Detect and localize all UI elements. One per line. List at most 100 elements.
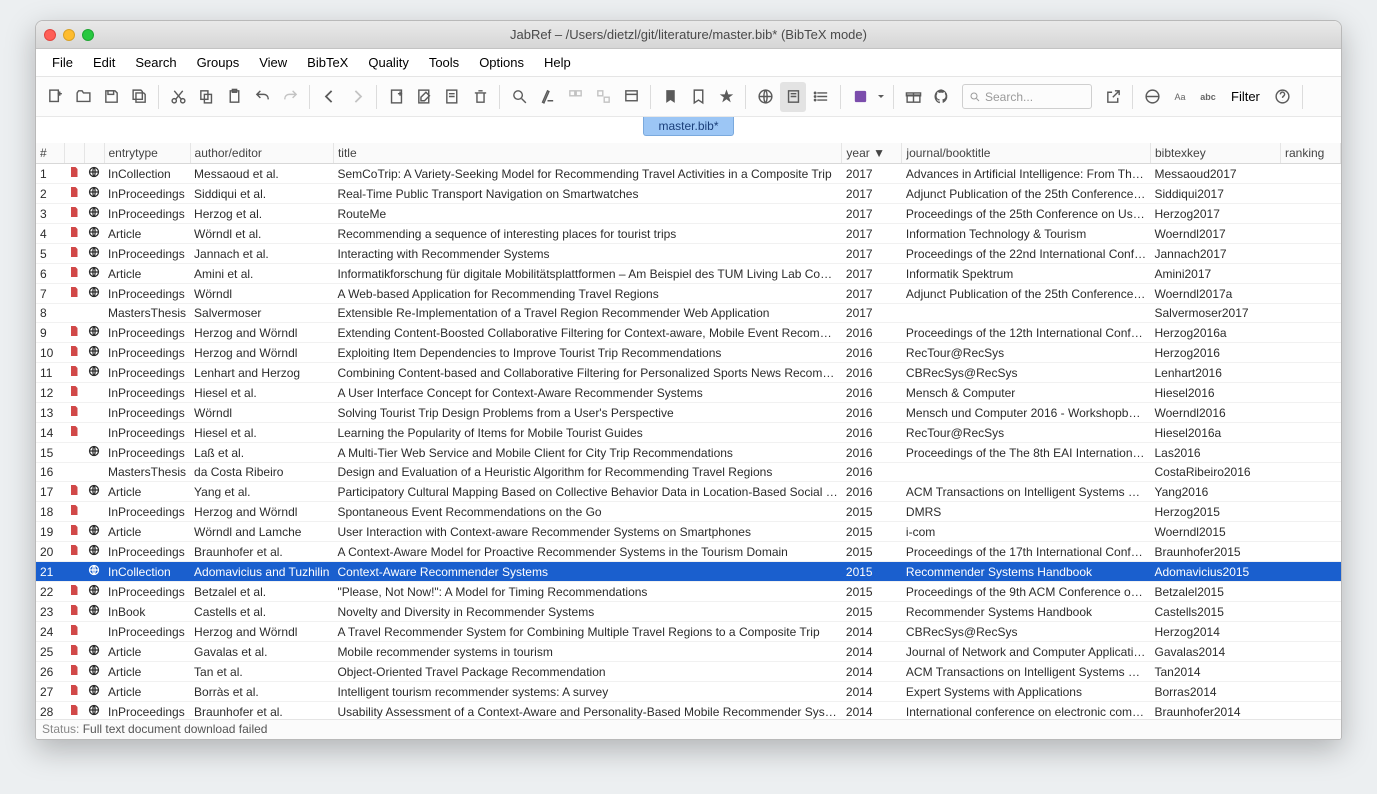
donate-button[interactable]	[900, 82, 926, 112]
regex-button[interactable]: abc	[1195, 82, 1221, 112]
pdf-icon[interactable]	[64, 343, 84, 363]
pdf-icon[interactable]	[64, 164, 84, 184]
redo-button[interactable]	[277, 82, 303, 112]
mark-button[interactable]	[562, 82, 588, 112]
url-icon[interactable]	[84, 602, 104, 622]
url-icon[interactable]	[84, 184, 104, 204]
url-icon[interactable]	[84, 702, 104, 720]
url-icon[interactable]	[84, 323, 104, 343]
url-icon[interactable]	[84, 522, 104, 542]
table-row[interactable]: 26ArticleTan et al.Object-Oriented Trave…	[36, 662, 1341, 682]
pdf-icon[interactable]	[64, 204, 84, 224]
table-row[interactable]: 12InProceedingsHiesel et al.A User Inter…	[36, 383, 1341, 403]
open-external-button[interactable]	[1100, 82, 1126, 112]
col-ranking[interactable]: ranking	[1281, 143, 1341, 164]
entry-table[interactable]: # entrytype author/editor title year ▼ j…	[36, 143, 1341, 719]
pdf-icon[interactable]	[64, 582, 84, 602]
table-row[interactable]: 2InProceedingsSiddiqui et al.Real-Time P…	[36, 184, 1341, 204]
table-row[interactable]: 15InProceedingsLaß et al.A Multi-Tier We…	[36, 443, 1341, 463]
back-button[interactable]	[316, 82, 342, 112]
help-button[interactable]	[1270, 82, 1296, 112]
pdf-icon[interactable]	[64, 323, 84, 343]
forward-button[interactable]	[344, 82, 370, 112]
push-app-dropdown[interactable]	[875, 82, 887, 112]
cleanup-button[interactable]	[534, 82, 560, 112]
table-row[interactable]: 24InProceedingsHerzog and WörndlA Travel…	[36, 622, 1341, 642]
menu-search[interactable]: Search	[125, 52, 186, 73]
pdf-icon[interactable]	[64, 622, 84, 642]
url-icon[interactable]	[84, 582, 104, 602]
table-row[interactable]: 18InProceedingsHerzog and WörndlSpontane…	[36, 502, 1341, 522]
undo-button[interactable]	[249, 82, 275, 112]
table-row[interactable]: 21InCollectionAdomavicius and TuzhilinCo…	[36, 562, 1341, 582]
pdf-icon[interactable]	[64, 702, 84, 720]
close-window-button[interactable]	[44, 29, 56, 41]
pdf-icon[interactable]	[64, 224, 84, 244]
menu-tools[interactable]: Tools	[419, 52, 469, 73]
new-from-plain-button[interactable]	[618, 82, 644, 112]
push-app-button[interactable]	[847, 82, 873, 112]
edit-entry-button[interactable]	[411, 82, 437, 112]
table-row[interactable]: 14InProceedingsHiesel et al.Learning the…	[36, 423, 1341, 443]
maximize-window-button[interactable]	[82, 29, 94, 41]
url-icon[interactable]	[84, 443, 104, 463]
bookmark-button[interactable]	[657, 82, 683, 112]
new-library-button[interactable]	[42, 82, 68, 112]
url-icon[interactable]	[84, 363, 104, 383]
unmark-button[interactable]	[590, 82, 616, 112]
url-icon[interactable]	[84, 482, 104, 502]
table-row[interactable]: 1InCollectionMessaoud et al.SemCoTrip: A…	[36, 164, 1341, 184]
pdf-icon[interactable]	[64, 264, 84, 284]
cut-button[interactable]	[165, 82, 191, 112]
col-bibtexkey[interactable]: bibtexkey	[1151, 143, 1281, 164]
table-row[interactable]: 20InProceedingsBraunhofer et al.A Contex…	[36, 542, 1341, 562]
table-row[interactable]: 9InProceedingsHerzog and WörndlExtending…	[36, 323, 1341, 343]
pdf-icon[interactable]	[64, 522, 84, 542]
github-button[interactable]	[928, 82, 954, 112]
globe-button[interactable]	[752, 82, 778, 112]
menu-help[interactable]: Help	[534, 52, 581, 73]
menu-groups[interactable]: Groups	[187, 52, 250, 73]
url-icon[interactable]	[84, 244, 104, 264]
save-all-button[interactable]	[126, 82, 152, 112]
table-row[interactable]: 17ArticleYang et al.Participatory Cultur…	[36, 482, 1341, 502]
col-year[interactable]: year ▼	[842, 143, 902, 164]
edit-source-button[interactable]	[439, 82, 465, 112]
table-row[interactable]: 16MastersThesisda Costa RibeiroDesign an…	[36, 463, 1341, 482]
table-row[interactable]: 11InProceedingsLenhart and HerzogCombini…	[36, 363, 1341, 383]
pdf-icon[interactable]	[64, 662, 84, 682]
toggle-list-button[interactable]	[808, 82, 834, 112]
pdf-icon[interactable]	[64, 244, 84, 264]
table-row[interactable]: 4ArticleWörndl et al.Recommending a sequ…	[36, 224, 1341, 244]
copy-button[interactable]	[193, 82, 219, 112]
col-url[interactable]	[84, 143, 104, 164]
pdf-icon[interactable]	[64, 403, 84, 423]
col-author[interactable]: author/editor	[190, 143, 333, 164]
table-row[interactable]: 3InProceedingsHerzog et al.RouteMe2017Pr…	[36, 204, 1341, 224]
url-icon[interactable]	[84, 343, 104, 363]
table-row[interactable]: 27ArticleBorràs et al.Intelligent touris…	[36, 682, 1341, 702]
fetch-button[interactable]	[506, 82, 532, 112]
url-icon[interactable]	[84, 284, 104, 304]
paste-button[interactable]	[221, 82, 247, 112]
menu-view[interactable]: View	[249, 52, 297, 73]
url-icon[interactable]	[84, 642, 104, 662]
web-search-button[interactable]	[1139, 82, 1165, 112]
table-row[interactable]: 10InProceedingsHerzog and WörndlExploiti…	[36, 343, 1341, 363]
pdf-icon[interactable]	[64, 642, 84, 662]
table-row[interactable]: 5InProceedingsJannach et al.Interacting …	[36, 244, 1341, 264]
url-icon[interactable]	[84, 542, 104, 562]
delete-button[interactable]	[467, 82, 493, 112]
menu-quality[interactable]: Quality	[358, 52, 418, 73]
pdf-icon[interactable]	[64, 383, 84, 403]
bookmark-outline-button[interactable]	[685, 82, 711, 112]
col-entrytype[interactable]: entrytype	[104, 143, 190, 164]
minimize-window-button[interactable]	[63, 29, 75, 41]
col-journal[interactable]: journal/booktitle	[902, 143, 1151, 164]
pdf-icon[interactable]	[64, 602, 84, 622]
table-row[interactable]: 6ArticleAmini et al.Informatikforschung …	[36, 264, 1341, 284]
menu-edit[interactable]: Edit	[83, 52, 125, 73]
pdf-icon[interactable]	[64, 363, 84, 383]
url-icon[interactable]	[84, 682, 104, 702]
col-pdf[interactable]	[64, 143, 84, 164]
